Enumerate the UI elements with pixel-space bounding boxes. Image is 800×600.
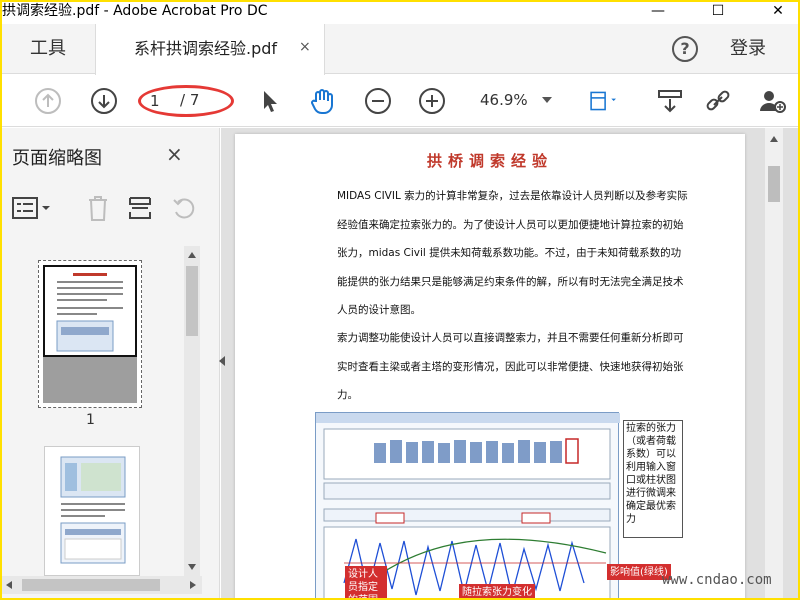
page-thumbnails-panel: 页面缩略图 × 1 <box>2 128 220 598</box>
watermark-text: www.cndao.com <box>662 572 772 588</box>
window-title: 拱调索经验.pdf - Adobe Acrobat Pro DC <box>2 3 268 19</box>
highlight-ring <box>138 85 234 117</box>
tab-close-button[interactable]: × <box>299 39 311 55</box>
tab-tools[interactable]: 工具 <box>2 24 94 74</box>
zoom-dropdown-icon[interactable] <box>542 97 552 103</box>
thumbnail-options-icon[interactable] <box>12 196 52 220</box>
fit-page-icon[interactable] <box>588 87 616 115</box>
horizontal-scrollbar-thumb[interactable] <box>22 579 160 591</box>
tab-document[interactable]: 系杆拱调索经验.pdf × <box>95 24 325 75</box>
document-vertical-scrollbar[interactable] <box>765 128 783 598</box>
help-button[interactable]: ? <box>672 36 698 62</box>
page-thumbnail-2[interactable] <box>44 446 140 576</box>
scroll-down-icon[interactable] <box>188 564 196 570</box>
page-number-box: / 7 <box>138 85 234 117</box>
callout-tension-result: 随拉索张力变化的结果(蓝线) <box>459 584 535 598</box>
document-heading: 拱桥调索经验 <box>426 152 553 170</box>
thumbnail-offscreen-area <box>43 357 137 403</box>
previous-page-icon[interactable] <box>34 87 62 115</box>
acrobat-window: 拱调索经验.pdf - Adobe Acrobat Pro DC — ☐ ✕ 工… <box>2 2 798 598</box>
callout-tension-adjust: 拉索的张力（或者荷载系数）可以利用输入窗口或柱状图进行微调来确定最优索力 <box>623 420 683 538</box>
visible-area-frame[interactable] <box>43 265 137 357</box>
select-cursor-icon[interactable] <box>256 87 284 115</box>
thumbnail-horizontal-scrollbar[interactable] <box>2 576 202 594</box>
page-thumbnail-1[interactable] <box>38 260 142 408</box>
doc-scroll-up-icon[interactable] <box>770 136 778 142</box>
minimize-button[interactable]: — <box>638 2 678 22</box>
thumbnail-vertical-scrollbar[interactable] <box>184 246 200 576</box>
share-link-icon[interactable] <box>704 87 732 115</box>
panel-tools <box>2 188 220 228</box>
scrolling-mode-icon[interactable] <box>656 87 684 115</box>
scroll-right-icon[interactable] <box>190 581 196 589</box>
insert-page-icon[interactable] <box>126 194 154 222</box>
add-user-icon[interactable] <box>758 87 786 115</box>
title-bar: 拱调索经验.pdf - Adobe Acrobat Pro DC — ☐ ✕ <box>2 2 798 24</box>
hand-tool-icon[interactable] <box>308 87 336 115</box>
paragraph-2-text: 索力调整功能使设计人员可以直接调整索力，并且不需要任何重新分析即可实时查看主梁或… <box>337 332 684 402</box>
scroll-left-icon[interactable] <box>6 581 12 589</box>
collapse-panel-icon[interactable] <box>219 356 225 366</box>
pdf-page: 拱桥调索经验 MIDAS CIVIL 索力的计算非常复杂，过去是依靠设计人员判断… <box>235 134 745 598</box>
tab-document-label: 系杆拱调索经验.pdf <box>134 39 278 58</box>
scrollbar-thumb[interactable] <box>186 266 198 336</box>
scroll-up-icon[interactable] <box>188 252 196 258</box>
zoom-in-icon[interactable] <box>418 87 446 115</box>
toolbar: / 7 46.9% <box>2 75 798 127</box>
panel-title: 页面缩略图 <box>12 148 102 169</box>
paragraph-2: 索力调整功能使设计人员可以直接调整索力，并且不需要任何重新分析即可实时查看主梁或… <box>315 324 691 410</box>
sign-in-button[interactable]: 登录 <box>730 24 766 74</box>
thumbnail-page-number: 1 <box>86 412 95 428</box>
delete-page-icon[interactable] <box>86 194 110 222</box>
callout-designer-range: 设计人员指定的范围(红线) <box>345 566 387 598</box>
paragraph-1-text: MIDAS CIVIL 索力的计算非常复杂，过去是依靠设计人员判断以及参考实际经… <box>337 190 688 317</box>
thumbnail-preview-2 <box>60 456 126 564</box>
next-page-icon[interactable] <box>90 87 118 115</box>
panel-close-button[interactable]: × <box>166 142 183 166</box>
doc-scrollbar-thumb[interactable] <box>768 166 780 202</box>
document-view[interactable]: 拱桥调索经验 MIDAS CIVIL 索力的计算非常复杂，过去是依靠设计人员判断… <box>219 128 798 598</box>
zoom-out-icon[interactable] <box>364 87 392 115</box>
maximize-button[interactable]: ☐ <box>698 2 738 22</box>
zoom-level[interactable]: 46.9% <box>480 91 528 109</box>
close-window-button[interactable]: ✕ <box>758 2 798 22</box>
thumbnail-list: 1 <box>2 236 202 576</box>
rotate-page-icon[interactable] <box>170 194 198 222</box>
tab-bar: 工具 系杆拱调索经验.pdf × ? 登录 <box>2 24 798 75</box>
paragraph-1: MIDAS CIVIL 索力的计算非常复杂，过去是依靠设计人员判断以及参考实际经… <box>315 182 691 325</box>
